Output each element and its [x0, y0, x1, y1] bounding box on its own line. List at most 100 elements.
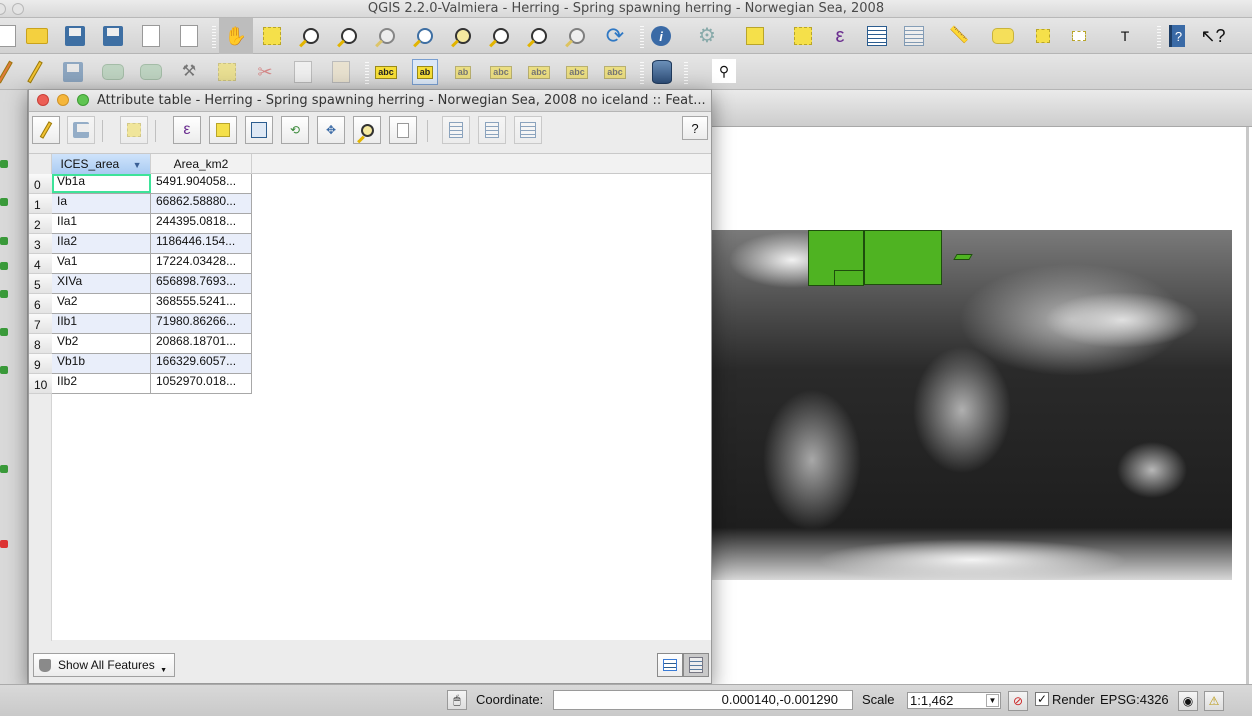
run-action-button[interactable]: ⚙ [694, 23, 720, 49]
plugin-button[interactable]: ⚲ [712, 59, 736, 83]
attribute-table-grid[interactable]: ICES_area ▼ Area_km2 0 Vb1a 5491.904058...… [29, 153, 711, 641]
row-number[interactable]: 9 [29, 354, 52, 374]
crs-label[interactable]: EPSG:4326 [1100, 691, 1169, 709]
change-label-button[interactable]: abc [602, 59, 628, 85]
row-number[interactable]: 5 [29, 274, 52, 294]
save-edits-button[interactable] [60, 59, 86, 85]
cell-ices-area[interactable]: Va2 [52, 294, 151, 314]
table-row[interactable]: 10 IIb2 1052970.018... [29, 374, 253, 394]
cell-area-km2[interactable]: 5491.904058... [151, 174, 252, 194]
show-all-features-button[interactable]: Show All Features ▼ [33, 653, 175, 677]
toggle-editing-mode-button[interactable] [32, 116, 60, 144]
row-number[interactable]: 0 [29, 174, 52, 194]
rotate-label-button[interactable]: abc [564, 59, 590, 85]
row-number[interactable]: 6 [29, 294, 52, 314]
save-as-button[interactable] [100, 23, 126, 49]
toggle-extents-mouse-button[interactable]: 🖱 [447, 690, 467, 710]
new-bookmark-button[interactable] [1030, 23, 1056, 49]
pin-labels-button[interactable]: ab [412, 59, 438, 85]
pan-map-button[interactable]: ✋ [219, 18, 253, 54]
stop-render-button[interactable]: ⊘ [1008, 691, 1028, 711]
field-calculator-button[interactable] [901, 23, 927, 49]
select-by-expression-button[interactable]: ε [827, 23, 853, 49]
table-row[interactable]: 8 Vb2 20868.18701... [29, 334, 253, 354]
table-row[interactable]: 1 Ia 66862.58880... [29, 194, 253, 214]
show-bookmarks-button[interactable] [1066, 23, 1092, 49]
scale-combobox[interactable]: 1:1,462 ▼ [907, 692, 1001, 709]
delete-selected-button[interactable] [214, 59, 240, 85]
cell-ices-area[interactable]: Va1 [52, 254, 151, 274]
save-edits-button[interactable] [67, 116, 95, 144]
move-feature-button[interactable] [138, 59, 164, 85]
zoom-in-button[interactable] [298, 23, 324, 49]
table-row[interactable]: 5 XIVa 656898.7693... [29, 274, 253, 294]
table-row[interactable]: 6 Va2 368555.5241... [29, 294, 253, 314]
zoom-full-button[interactable] [412, 23, 438, 49]
row-number[interactable]: 1 [29, 194, 52, 214]
map-canvas[interactable] [712, 127, 1249, 684]
move-label-button[interactable]: abc [526, 59, 552, 85]
cell-area-km2[interactable]: 17224.03428... [151, 254, 252, 274]
help-contents-button[interactable]: ? [1164, 23, 1190, 49]
table-row[interactable]: 0 Vb1a 5491.904058... [29, 174, 253, 194]
window-minimize-button[interactable] [12, 3, 24, 15]
cell-ices-area[interactable]: IIa2 [52, 234, 151, 254]
cell-ices-area[interactable]: Vb1b [52, 354, 151, 374]
table-row[interactable]: 9 Vb1b 166329.6057... [29, 354, 253, 374]
cell-area-km2[interactable]: 166329.6057... [151, 354, 252, 374]
pan-to-selected-button[interactable]: ✥ [317, 116, 345, 144]
crs-status-button[interactable]: ◉ [1178, 691, 1198, 711]
cell-ices-area[interactable]: IIb1 [52, 314, 151, 334]
current-edits-button[interactable] [0, 59, 18, 85]
unselect-all-button[interactable] [209, 116, 237, 144]
delete-column-button[interactable] [442, 116, 470, 144]
herring-area-polygon[interactable] [834, 270, 864, 286]
highlight-pinned-button[interactable]: ab [450, 59, 476, 85]
map-tips-button[interactable] [990, 23, 1016, 49]
cell-area-km2[interactable]: 368555.5241... [151, 294, 252, 314]
cell-ices-area[interactable]: Ia [52, 194, 151, 214]
table-row[interactable]: 7 IIb1 71980.86266... [29, 314, 253, 334]
zoom-to-selected-button[interactable] [353, 116, 381, 144]
new-project-button[interactable] [0, 23, 20, 49]
text-annotation-button[interactable]: T [1112, 23, 1138, 49]
pan-to-selection-button[interactable] [259, 23, 285, 49]
table-view-button[interactable] [683, 653, 709, 677]
row-number[interactable]: 2 [29, 214, 52, 234]
identify-button[interactable]: i [648, 23, 674, 49]
column-header-area-km2[interactable]: Area_km2 [151, 154, 252, 174]
dialog-close-button[interactable] [37, 94, 49, 106]
cell-area-km2[interactable]: 1186446.154... [151, 234, 252, 254]
messages-button[interactable]: ⚠ [1204, 691, 1224, 711]
zoom-last-button[interactable] [526, 23, 552, 49]
toggle-editing-button[interactable] [22, 59, 48, 85]
copy-rows-button[interactable] [389, 116, 417, 144]
cell-area-km2[interactable]: 20868.18701... [151, 334, 252, 354]
measure-button[interactable]: 📏 [946, 23, 972, 49]
cell-area-km2[interactable]: 66862.58880... [151, 194, 252, 214]
move-selection-top-button[interactable] [245, 116, 273, 144]
table-row[interactable]: 2 IIa1 244395.0818... [29, 214, 253, 234]
zoom-selection-button[interactable] [450, 23, 476, 49]
new-print-composer-button[interactable] [138, 23, 164, 49]
table-row[interactable]: 4 Va1 17224.03428... [29, 254, 253, 274]
open-project-button[interactable] [24, 23, 50, 49]
whats-this-button[interactable]: ↖? [1200, 23, 1226, 49]
cell-ices-area[interactable]: Vb2 [52, 334, 151, 354]
new-column-button[interactable] [478, 116, 506, 144]
refresh-button[interactable]: ⟳ [602, 23, 628, 49]
cell-ices-area[interactable]: IIa1 [52, 214, 151, 234]
copy-features-button[interactable] [290, 59, 316, 85]
select-features-button[interactable] [742, 23, 768, 49]
cell-area-km2[interactable]: 1052970.018... [151, 374, 252, 394]
dialog-zoom-button[interactable] [77, 94, 89, 106]
help-button[interactable]: ? [682, 116, 708, 140]
cell-area-km2[interactable]: 656898.7693... [151, 274, 252, 294]
zoom-next-button[interactable] [564, 23, 590, 49]
composer-manager-button[interactable] [176, 23, 202, 49]
cell-area-km2[interactable]: 71980.86266... [151, 314, 252, 334]
cell-area-km2[interactable]: 244395.0818... [151, 214, 252, 234]
label-tool-button[interactable]: abc [373, 59, 399, 85]
select-by-expression-button[interactable]: ε [173, 116, 201, 144]
herring-area-polygon[interactable] [864, 230, 942, 285]
